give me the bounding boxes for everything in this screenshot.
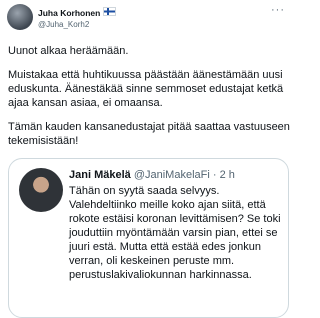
tweet-paragraph: Uunot alkaa heräämään. — [8, 45, 129, 57]
finland-flag-icon — [103, 7, 117, 16]
tweet-text: Uunot alkaa heräämään. Muistakaa että hu… — [8, 44, 290, 158]
author-name[interactable]: Juha Korhonen — [38, 8, 100, 18]
author-info[interactable]: Juha Korhonen @Juha_Korh2 — [38, 6, 117, 31]
tweet-paragraph: Muistakaa että huhtikuussa päästään ääne… — [8, 69, 284, 109]
quoted-author-avatar[interactable] — [19, 168, 63, 212]
quoted-text: Tähän on syytä saada selvyys. Valehdelti… — [69, 185, 281, 281]
quoted-tweet[interactable]: Jani Mäkelä @JaniMakelaFi · 2 h Tähän on… — [8, 158, 289, 318]
more-options-icon[interactable]: ··· — [271, 4, 285, 16]
quoted-header: Jani Mäkelä @JaniMakelaFi · 2 h — [69, 169, 235, 181]
tweet-paragraph: Tämän kauden kansanedustajat pitää saatt… — [8, 121, 290, 147]
author-handle[interactable]: @Juha_Korh2 — [38, 19, 116, 31]
separator: · — [212, 169, 217, 181]
tweet: Juha Korhonen @Juha_Korh2 ··· Uunot alka… — [0, 0, 295, 318]
author-avatar[interactable] — [7, 4, 33, 30]
quoted-timestamp[interactable]: 2 h — [220, 169, 235, 181]
quoted-author-name[interactable]: Jani Mäkelä — [69, 169, 131, 181]
quoted-author-handle[interactable]: @JaniMakelaFi — [134, 169, 210, 181]
